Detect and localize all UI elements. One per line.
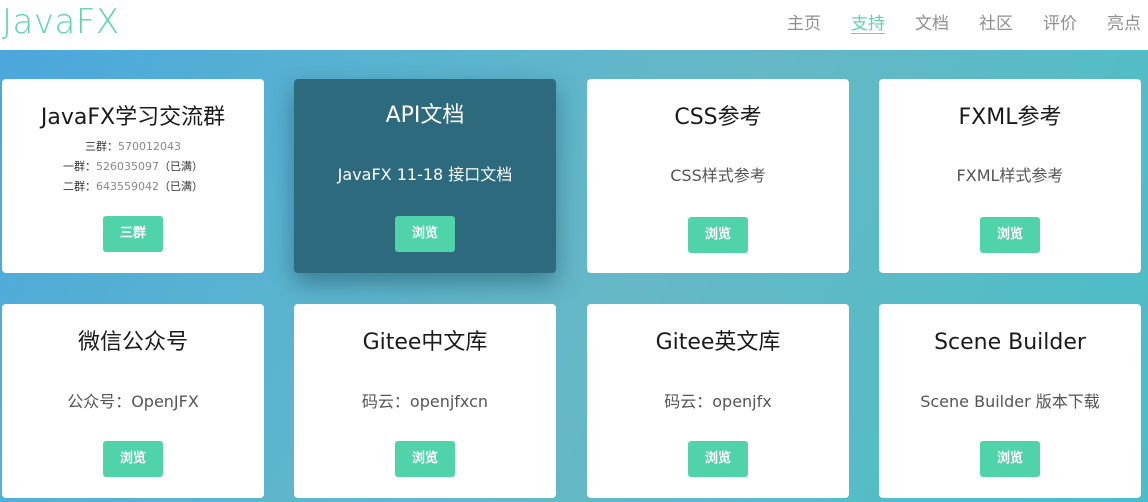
card-gitee-cn: Gitee中文库 码云：openjfxcn 浏览	[294, 304, 556, 498]
card-desc: 公众号：OpenJFX	[67, 392, 199, 411]
browse-button[interactable]: 浏览	[395, 216, 455, 252]
group-list: 三群：570012043 一群：526035097（已满） 二群：6435590…	[2, 137, 264, 197]
card-title: Gitee英文库	[655, 330, 781, 355]
browse-button[interactable]: 浏览	[688, 217, 748, 253]
card-fxml-ref: FXML参考 FXML样式参考 浏览	[879, 79, 1141, 273]
browse-button[interactable]: 浏览	[395, 441, 455, 477]
browse-button[interactable]: 浏览	[980, 217, 1040, 253]
group3-button[interactable]: 三群	[103, 216, 163, 252]
card-title: Gitee中文库	[362, 330, 488, 355]
group-item: 二群：643559042（已满）	[63, 180, 203, 193]
card-study-group: JavaFX学习交流群 三群：570012043 一群：526035097（已满…	[2, 79, 264, 273]
card-title: API文档	[385, 103, 465, 128]
card-title: FXML参考	[958, 105, 1062, 130]
card-title: Scene Builder	[934, 330, 1086, 355]
nav-home[interactable]: 主页	[787, 12, 821, 36]
card-title: 微信公众号	[77, 330, 188, 355]
card-title: JavaFX学习交流群	[40, 105, 226, 130]
card-wechat: 微信公众号 公众号：OpenJFX 浏览	[2, 304, 264, 498]
card-desc: CSS样式参考	[670, 166, 766, 185]
navbar: JavaFX 主页 支持 文档 社区 评价 亮点	[0, 0, 1148, 50]
nav-community[interactable]: 社区	[979, 12, 1013, 36]
card-desc: 码云：openjfxcn	[361, 392, 489, 411]
brand-logo[interactable]: JavaFX	[2, 2, 120, 42]
card-api-docs: API文档 JavaFX 11-18 接口文档 浏览	[294, 79, 556, 273]
card-gitee-en: Gitee英文库 码云：openjfx 浏览	[587, 304, 849, 498]
browse-button[interactable]: 浏览	[980, 441, 1040, 477]
card-desc: Scene Builder 版本下载	[920, 392, 1100, 411]
group-item: 三群：570012043	[85, 140, 181, 153]
card-desc: JavaFX 11-18 接口文档	[337, 165, 513, 184]
card-scene-builder: Scene Builder Scene Builder 版本下载 浏览	[879, 304, 1141, 498]
nav-docs[interactable]: 文档	[915, 12, 949, 36]
group-item: 一群：526035097（已满）	[63, 160, 203, 173]
main-nav: 主页 支持 文档 社区 评价 亮点	[787, 12, 1148, 36]
card-desc: FXML样式参考	[956, 166, 1064, 185]
card-desc: 码云：openjfx	[664, 392, 772, 411]
nav-reviews[interactable]: 评价	[1043, 12, 1077, 36]
card-title: CSS参考	[674, 105, 762, 130]
browse-button[interactable]: 浏览	[688, 441, 748, 477]
card-css-ref: CSS参考 CSS样式参考 浏览	[587, 79, 849, 273]
nav-support[interactable]: 支持	[851, 12, 885, 36]
browse-button[interactable]: 浏览	[103, 441, 163, 477]
nav-highlights[interactable]: 亮点	[1107, 12, 1141, 36]
